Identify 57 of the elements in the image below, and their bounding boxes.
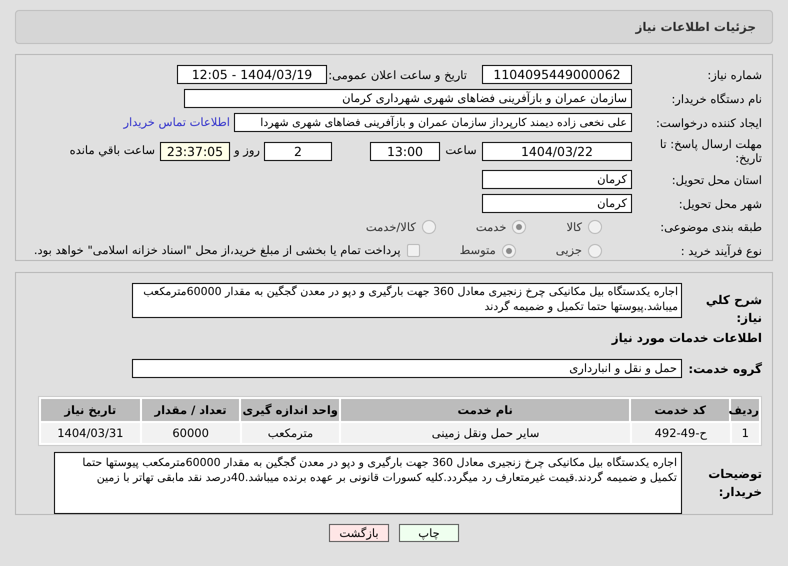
text-field[interactable]: 1404/03/22 [482,142,632,160]
text-field[interactable]: حمل و نقل و انبارداری [132,359,682,378]
checkbox-label: پرداخت تمام یا بخشی از مبلغ خرید،از محل "اسناد خزانه اسلامی" خواهد بود. [34,242,401,260]
remaining-time: 23:37:05 [160,142,230,160]
text-field[interactable]: کرمان [482,170,632,189]
column-header: تاریخ نیاز [41,399,140,421]
section-heading: اطلاعات خدمات مورد نیاز [610,330,762,347]
column-header: ردیف [731,399,759,421]
checkbox[interactable] [406,244,420,258]
field-label: ساعت باقي مانده [70,142,155,160]
field-label: ایجاد کننده درخواست: [655,116,762,130]
option-label: خدمت [476,218,506,236]
column-header: کد خدمت [631,399,729,421]
table-cell: 1 [732,423,759,443]
text-field[interactable]: 13:00 [370,142,440,160]
radio-button[interactable] [502,244,516,258]
option-label: جزیی [556,242,582,260]
table-cell: 60000 [142,423,240,443]
buyer-contact-link[interactable]: اطلاعات تماس خریدار [123,114,230,132]
option-label: کالا [566,218,582,236]
table-cell: مترمکعب [242,423,340,443]
field-label: مهلت ارسال پاسخ: تا تاریخ: [658,137,762,165]
page-title: جزئیات اطلاعات نیاز [635,19,756,36]
field-label: نام دستگاه خریدار: [670,92,762,106]
field-label: شرح کلي نياز: [704,292,762,327]
text-field[interactable]: 1104095449000062 [482,65,632,84]
field-label: طبقه بندی موضوعی: [659,220,762,234]
field-label: گروه خدمت: [687,360,762,378]
radio-button[interactable] [512,220,526,234]
column-header: نام خدمت [341,399,630,421]
text-field[interactable]: کرمان [482,194,632,213]
text-field[interactable]: علی نخعی زاده دیمند کارپرداز سازمان عمران و بازآفرینی فضاهای شهری شهردا [234,113,632,132]
notes-text-area[interactable]: اجاره یکدستگاه بیل مکانیکی چرخ زنجیری معادل 360 جهت بارگیری و دپو در معدن گجگین به مقدار 60000مترمکعب پیوستها حتما تکمیل و ضمیمه گردند.قیمت غیرمتعارف رد میگردد.کلیه کسورات قانونی بر عهده برنده میباشد.40درصد نقد مابقی تهاتر با زمین [54,452,682,514]
field-label: نوع فرآیند خرید : [680,244,762,258]
option-label: کالا/خدمت [366,218,416,236]
table-cell: سایر حمل ونقل زمینی [341,423,630,443]
field-label: شهر محل تحویل: [678,196,762,210]
back-button[interactable]: بازگشت [329,524,389,542]
field-label: تاریخ و ساعت اعلان عمومی: [327,68,467,82]
option-label: متوسط [460,242,496,260]
table-cell: 1404/03/31 [40,423,140,443]
summary-text-area[interactable]: اجاره یکدستگاه بیل مکانیکی چرخ زنجیری معادل 360 جهت بارگیری و دپو در معدن گجگین به مقدار 60000مترمکعب میباشد.پیوستها حتما تکمیل و ضمیمه گردند [132,283,682,318]
radio-button[interactable] [588,220,602,234]
text-field[interactable]: 2 [264,142,332,160]
field-label: روز و [232,142,261,160]
print-button[interactable]: چاپ [399,524,459,542]
column-header: واحد اندازه گیری [241,399,340,421]
field-label: توضیحات خریدار: [707,466,762,501]
field-label: ساعت [444,142,478,160]
text-field[interactable]: سازمان عمران و بازآفرینی فضاهای شهری شهرداری کرمان [184,89,632,108]
radio-button[interactable] [588,244,602,258]
text-field[interactable]: 1404/03/19 - 12:05 [177,65,327,84]
field-label: استان محل تحویل: [670,172,762,186]
field-label: شماره نیاز: [706,68,762,82]
table-cell: ح-49-492 [632,423,730,443]
column-header: تعداد / مقدار [142,399,240,421]
radio-button[interactable] [422,220,436,234]
